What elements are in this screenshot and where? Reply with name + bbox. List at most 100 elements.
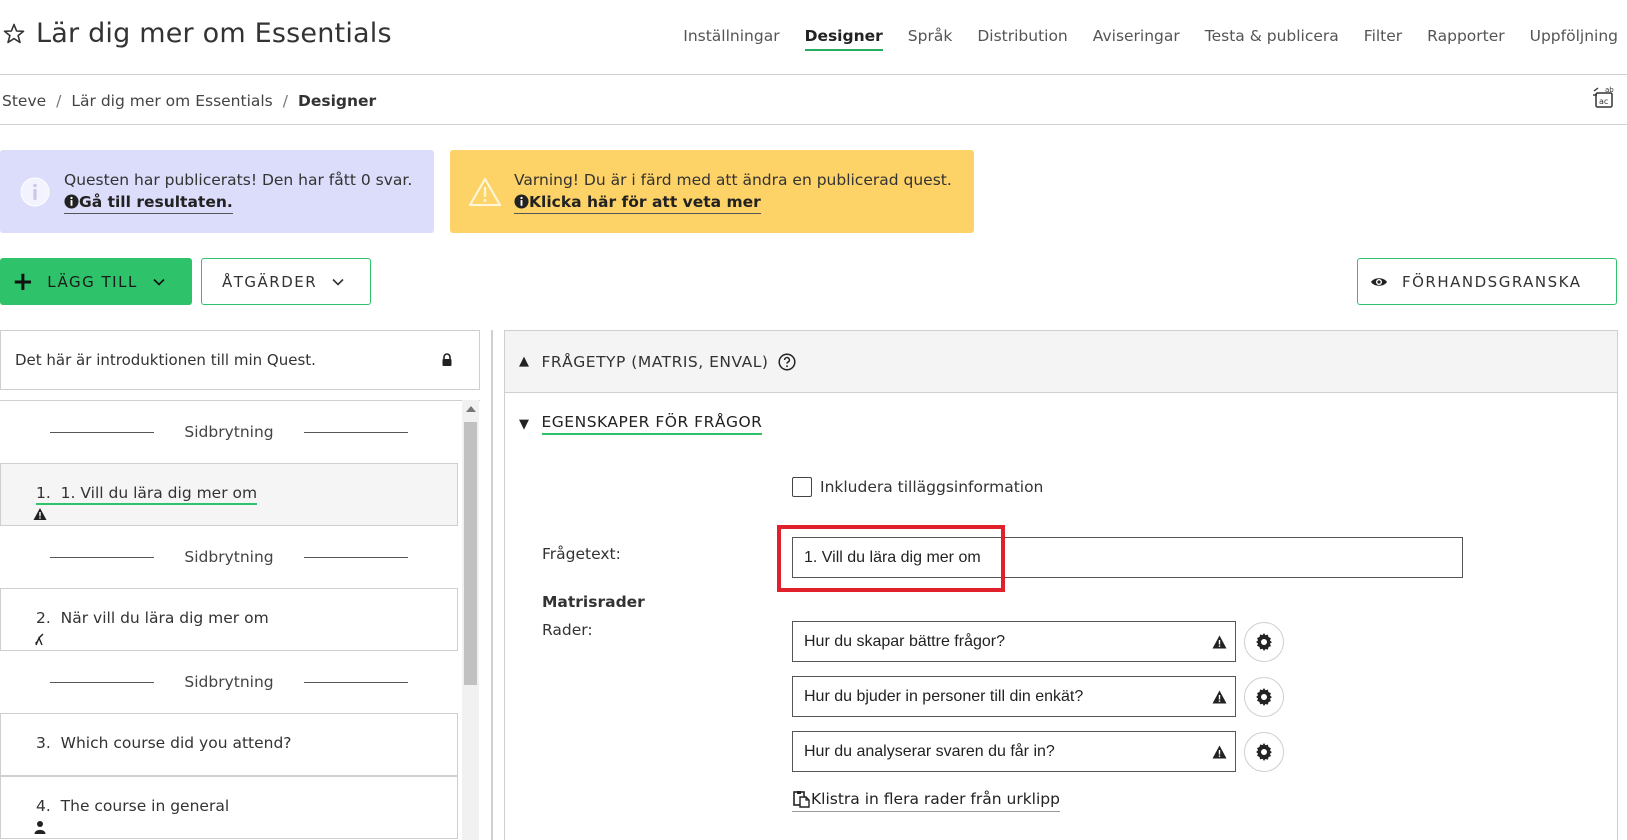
- divider: [303, 431, 408, 433]
- question-title: 1. Vill du lära dig mer om: [60, 484, 258, 502]
- warning-banner-text: Varning! Du är i färd med att ändra en p…: [514, 169, 952, 214]
- question-title: När vill du lära dig mer om: [60, 609, 269, 627]
- plus-icon: +: [12, 266, 36, 297]
- breadcrumb-separator: /: [56, 92, 62, 110]
- preview-button[interactable]: FÖRHANDSGRANSKA: [1357, 258, 1617, 305]
- divider: [50, 431, 155, 433]
- expand-triangle-icon: ▼: [519, 416, 530, 432]
- question-list-scrollbar[interactable]: [462, 400, 479, 840]
- page-break[interactable]: Sidbrytning: [0, 401, 458, 463]
- person-icon: [34, 821, 46, 834]
- page-title: Lär dig mer om Essentials: [36, 18, 392, 49]
- info-circle-icon: [514, 194, 529, 209]
- tab-distribution[interactable]: Distribution: [977, 27, 1067, 51]
- include-additional-info-row: Inkludera tilläggsinformation: [792, 477, 1043, 497]
- page-break[interactable]: Sidbrytning: [0, 526, 458, 588]
- top-nav: Inställningar Designer Språk Distributio…: [683, 27, 1618, 51]
- star-icon[interactable]: [2, 22, 26, 46]
- eye-icon: [1371, 277, 1387, 286]
- help-icon[interactable]: [778, 352, 796, 371]
- question-number: 3.: [36, 734, 51, 752]
- tab-sprak[interactable]: Språk: [908, 27, 953, 51]
- gear-icon: [1256, 633, 1272, 651]
- question-type-section[interactable]: ▲ FRÅGETYP (MATRIS, ENVAL): [504, 330, 1618, 393]
- matrix-row-input-3[interactable]: Hur du analyserar svaren du får in?: [792, 731, 1236, 772]
- divider: [50, 556, 155, 558]
- question-title: The course in general: [60, 797, 230, 815]
- matrix-row-value: Hur du skapar bättre frågor?: [804, 632, 1005, 650]
- info-banner-message: Questen har publicerats! Den har fått 0 …: [64, 171, 413, 189]
- divider: [50, 681, 155, 683]
- warning-triangle-icon: [468, 177, 502, 206]
- question-item-text: 3. Which course did you attend?: [36, 734, 292, 752]
- warning-banner-message: Varning! Du är i färd med att ändra en p…: [514, 171, 952, 189]
- breadcrumb-item-steve[interactable]: Steve: [2, 92, 46, 110]
- page-break-label: Sidbrytning: [184, 423, 274, 441]
- question-title: Which course did you attend?: [60, 734, 292, 752]
- question-item-3[interactable]: 3. Which course did you attend?: [0, 713, 458, 776]
- question-item-4[interactable]: 4. The course in general: [0, 776, 458, 839]
- question-item-text: 1. 1. Vill du lära dig mer om: [36, 484, 258, 505]
- actions-button[interactable]: ÅTGÄRDER: [201, 258, 371, 305]
- include-additional-info-checkbox[interactable]: [792, 477, 812, 497]
- logic-icon: [35, 633, 44, 646]
- question-properties-section: ▼ EGENSKAPER FÖR FRÅGOR Inkludera tilläg…: [504, 393, 1618, 840]
- scroll-thumb[interactable]: [464, 422, 477, 685]
- matrix-rows-heading: Matrisrader: [542, 593, 645, 611]
- question-number: 1.: [36, 484, 51, 502]
- tab-filter[interactable]: Filter: [1364, 27, 1402, 51]
- warning-banner: Varning! Du är i färd med att ändra en p…: [450, 150, 974, 233]
- question-item-text: 4. The course in general: [36, 797, 229, 815]
- tab-aviseringar[interactable]: Aviseringar: [1093, 27, 1180, 51]
- question-text-value: 1. Vill du lära dig mer om: [804, 548, 981, 566]
- matrix-row-value: Hur du bjuder in personer till din enkät…: [804, 687, 1084, 705]
- page-break[interactable]: Sidbrytning: [0, 651, 458, 713]
- add-button[interactable]: + LÄGG TILL: [0, 258, 192, 305]
- properties-header[interactable]: ▼ EGENSKAPER FÖR FRÅGOR: [519, 413, 763, 435]
- question-text-label: Frågetext:: [542, 545, 621, 563]
- question-item-2[interactable]: 2. När vill du lära dig mer om: [0, 588, 458, 651]
- info-icon: [20, 177, 50, 206]
- clipboard-icon: [793, 791, 810, 808]
- row-settings-button-3[interactable]: [1244, 732, 1284, 772]
- lock-icon: [442, 353, 452, 366]
- intro-text: Det här är introduktionen till min Quest…: [15, 351, 316, 369]
- info-banner: Questen har publicerats! Den har fått 0 …: [0, 150, 434, 233]
- question-text-input[interactable]: 1. Vill du lära dig mer om: [792, 537, 1463, 578]
- title-area: Lär dig mer om Essentials: [2, 18, 392, 49]
- gear-icon: [1256, 743, 1272, 761]
- question-number: 4.: [36, 797, 51, 815]
- matrix-row-input-2[interactable]: Hur du bjuder in personer till din enkät…: [792, 676, 1236, 717]
- chevron-down-icon: [153, 278, 165, 286]
- paste-rows-link[interactable]: Klistra in flera rader från urklipp: [792, 790, 1060, 812]
- translate-icon[interactable]: ab ac: [1591, 85, 1617, 111]
- preview-button-label: FÖRHANDSGRANSKA: [1402, 272, 1582, 291]
- warning-icon: [33, 508, 47, 520]
- include-additional-info-label: Inkludera tilläggsinformation: [820, 478, 1044, 496]
- matrix-row-input-1[interactable]: Hur du skapar bättre frågor?: [792, 621, 1236, 662]
- tab-designer[interactable]: Designer: [804, 27, 883, 51]
- row-settings-button-1[interactable]: [1244, 622, 1284, 662]
- scroll-up-arrow-icon[interactable]: [466, 406, 476, 412]
- breadcrumb-item-quest[interactable]: Lär dig mer om Essentials: [71, 92, 272, 110]
- tab-rapporter[interactable]: Rapporter: [1427, 27, 1504, 51]
- warning-icon: [1212, 745, 1227, 759]
- svg-text:ab: ab: [1605, 86, 1614, 94]
- panel-divider[interactable]: [491, 330, 493, 840]
- question-list: Sidbrytning 1. 1. Vill du lära dig mer o…: [0, 400, 480, 840]
- page-break-label: Sidbrytning: [184, 673, 274, 691]
- question-item-1[interactable]: 1. 1. Vill du lära dig mer om: [0, 463, 458, 526]
- divider: [303, 681, 408, 683]
- tab-installningar[interactable]: Inställningar: [683, 27, 779, 51]
- learn-more-link[interactable]: Klicka här för att veta mer: [514, 191, 761, 214]
- tab-testa-publicera[interactable]: Testa & publicera: [1205, 27, 1339, 51]
- breadcrumb-separator: /: [282, 92, 288, 110]
- chevron-down-icon: [332, 278, 344, 286]
- tab-uppfoljning[interactable]: Uppföljning: [1530, 27, 1618, 51]
- row-settings-button-2[interactable]: [1244, 677, 1284, 717]
- breadcrumb-bar: Steve / Lär dig mer om Essentials / Desi…: [0, 75, 1627, 125]
- collapse-triangle-icon: ▲: [519, 354, 530, 369]
- learn-more-label: Klicka här för att veta mer: [529, 193, 761, 211]
- intro-item[interactable]: Det här är introduktionen till min Quest…: [0, 330, 480, 390]
- go-to-results-link[interactable]: Gå till resultaten.: [64, 191, 233, 214]
